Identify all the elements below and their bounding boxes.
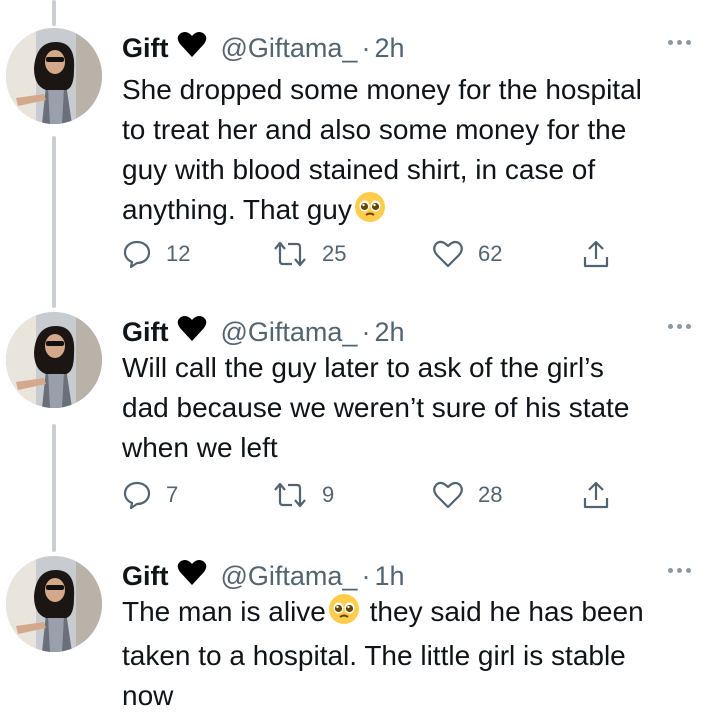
- tweet[interactable]: Gift @Giftama_ · 2h Will call the guy la…: [0, 312, 720, 532]
- avatar[interactable]: [6, 312, 102, 408]
- user-handle[interactable]: @Giftama_: [221, 33, 358, 64]
- tweet-actions: 12 25 62: [122, 239, 622, 275]
- like-icon: [433, 481, 463, 509]
- reply-count: 7: [166, 482, 179, 507]
- retweet-icon: [274, 241, 306, 267]
- retweet-icon: [274, 482, 306, 508]
- pleading-face-emoji: [354, 191, 386, 234]
- like-button[interactable]: 62: [432, 239, 502, 269]
- more-options-icon[interactable]: [668, 324, 691, 329]
- reply-button[interactable]: 12: [122, 239, 190, 269]
- reply-icon: [123, 481, 151, 510]
- timestamp[interactable]: 2h: [374, 317, 404, 348]
- tweet-text-line: Will call the guy later to ask of the gi…: [122, 352, 604, 383]
- avatar[interactable]: [6, 556, 102, 652]
- tweet-header: Gift @Giftama_ · 2h: [122, 312, 405, 352]
- tweet-text-line-with-emoji: The man is alive they said he has been: [122, 592, 712, 636]
- tweet-text-line: anything. That guy: [122, 194, 352, 225]
- like-button[interactable]: 28: [432, 480, 502, 510]
- tweet-text-line: The man is alive: [122, 596, 326, 627]
- tweet-header: Gift @Giftama_ · 2h: [122, 28, 405, 68]
- avatar[interactable]: [6, 28, 102, 124]
- tweet-text-line: She dropped some money for the hospital: [122, 74, 642, 105]
- retweet-button[interactable]: 25: [272, 239, 346, 269]
- tweet-text: The man is alive they said he has been t…: [122, 592, 712, 716]
- share-button[interactable]: [582, 480, 610, 510]
- user-handle[interactable]: @Giftama_: [221, 317, 358, 348]
- like-icon: [433, 240, 463, 268]
- black-heart-icon: [177, 31, 207, 65]
- tweet-text-line: when we left: [122, 432, 278, 463]
- tweet-text-line: dad because we weren’t sure of his state: [122, 392, 630, 423]
- retweet-count: 9: [322, 482, 335, 507]
- retweet-count: 25: [322, 241, 347, 266]
- pleading-face-emoji: [328, 593, 360, 636]
- share-icon: [583, 481, 609, 509]
- timestamp[interactable]: 1h: [374, 561, 404, 592]
- black-heart-icon: [177, 315, 207, 349]
- more-options-icon[interactable]: [668, 568, 691, 573]
- tweet-text-line: guy with blood stained shirt, in case of: [122, 154, 596, 185]
- reply-icon: [123, 240, 151, 269]
- display-name[interactable]: Gift: [122, 317, 169, 348]
- more-options-icon[interactable]: [668, 40, 691, 45]
- share-button[interactable]: [582, 239, 610, 269]
- tweet-text-line: taken to a hospital. The little girl is …: [122, 640, 626, 671]
- tweet-actions: 7 9 28: [122, 480, 622, 516]
- timestamp[interactable]: 2h: [374, 33, 404, 64]
- black-heart-icon: [177, 559, 207, 593]
- like-count: 62: [478, 241, 503, 266]
- tweet-text-line: now: [122, 680, 174, 711]
- retweet-button[interactable]: 9: [272, 480, 334, 510]
- share-icon: [583, 240, 609, 268]
- display-name[interactable]: Gift: [122, 561, 169, 592]
- tweet[interactable]: Gift @Giftama_ · 2h She dropped some mon…: [0, 28, 720, 278]
- tweet-text: Will call the guy later to ask of the gi…: [122, 348, 712, 468]
- tweet-text: She dropped some money for the hospital …: [122, 70, 712, 234]
- separator-dot: ·: [361, 32, 371, 63]
- display-name[interactable]: Gift: [122, 33, 169, 64]
- reply-count: 12: [166, 241, 191, 266]
- like-count: 28: [478, 482, 503, 507]
- tweet-text-line: to treat her and also some money for the: [122, 114, 627, 145]
- tweet-text-line: they said he has been: [361, 596, 644, 627]
- user-handle[interactable]: @Giftama_: [221, 561, 358, 592]
- reply-button[interactable]: 7: [122, 480, 178, 510]
- tweet-header: Gift @Giftama_ · 1h: [122, 556, 405, 596]
- tweet-text-line-with-emoji: anything. That guy: [122, 190, 712, 234]
- separator-dot: ·: [361, 560, 371, 591]
- tweet[interactable]: Gift @Giftama_ · 1h The man is alive the…: [0, 556, 720, 724]
- separator-dot: ·: [361, 316, 371, 347]
- thread-line-top: [52, 0, 56, 26]
